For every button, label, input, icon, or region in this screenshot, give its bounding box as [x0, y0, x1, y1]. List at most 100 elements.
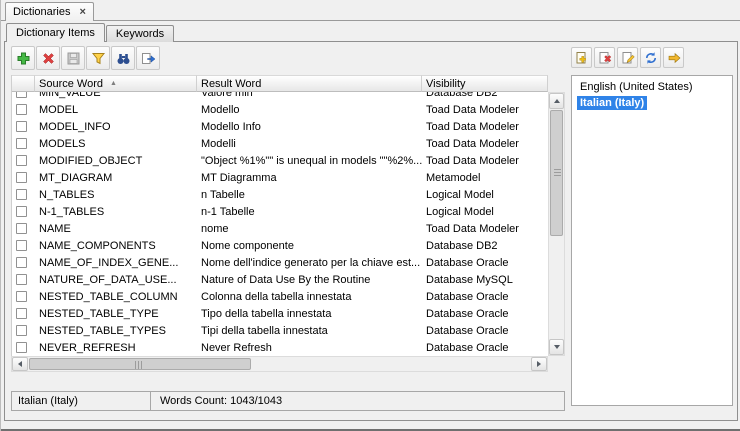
row-checkbox[interactable] [16, 189, 27, 200]
tab-keywords-label: Keywords [116, 28, 164, 40]
save-button[interactable] [61, 46, 85, 70]
row-checkbox[interactable] [16, 92, 27, 98]
find-button[interactable] [111, 46, 135, 70]
apply-dictionary-button[interactable] [663, 47, 684, 68]
cell-visibility: Toad Data Modeler [422, 223, 548, 235]
refresh-dictionary-button[interactable] [640, 47, 661, 68]
table-row[interactable]: MT_DIAGRAMMT DiagrammaMetamodel [12, 169, 548, 186]
horizontal-scrollbar[interactable] [11, 356, 548, 372]
scroll-up-button[interactable] [549, 93, 564, 109]
filter-button[interactable] [86, 46, 110, 70]
dictionary-add-icon [575, 51, 589, 65]
tab-dictionary-items[interactable]: Dictionary Items [6, 23, 105, 42]
jump-to-button[interactable] [136, 46, 160, 70]
add-dictionary-button[interactable] [571, 47, 592, 68]
row-checkbox-cell [12, 291, 35, 302]
table-row[interactable]: N-1_TABLESn-1 TabelleLogical Model [12, 203, 548, 220]
header-result-word[interactable]: Result Word [197, 75, 422, 92]
row-checkbox-cell [12, 308, 35, 319]
table-row[interactable]: MODELSModelliToad Data Modeler [12, 135, 548, 152]
table-row[interactable]: NAME_OF_INDEX_GENE...Nome dell'indice ge… [12, 254, 548, 271]
row-checkbox[interactable] [16, 274, 27, 285]
row-checkbox-cell [12, 342, 35, 353]
header-source-word[interactable]: Source Word ▲ [35, 75, 197, 92]
cell-result-word: Never Refresh [197, 342, 422, 354]
cell-visibility: Metamodel [422, 172, 548, 184]
delete-dictionary-button[interactable] [594, 47, 615, 68]
row-checkbox[interactable] [16, 257, 27, 268]
table-row[interactable]: NAMEnomeToad Data Modeler [12, 220, 548, 237]
vertical-scrollbar[interactable] [548, 92, 565, 356]
cell-visibility: Database Oracle [422, 291, 548, 303]
table-row[interactable]: MODIFIED_OBJECT"Object %1%"" is unequal … [12, 152, 548, 169]
close-tab-icon[interactable]: × [79, 7, 85, 18]
cell-source-word: NESTED_TABLE_COLUMN [35, 291, 197, 303]
row-checkbox-cell [12, 138, 35, 149]
row-checkbox-cell [12, 104, 35, 115]
scrollbar-corner [548, 356, 565, 372]
grid-header: Source Word ▲ Result Word Visibility [12, 75, 548, 92]
row-checkbox[interactable] [16, 155, 27, 166]
table-row[interactable]: MODELModelloToad Data Modeler [12, 101, 548, 118]
scroll-down-button[interactable] [549, 339, 564, 355]
row-checkbox[interactable] [16, 342, 27, 353]
document-tabbar: Dictionaries × [1, 0, 740, 21]
table-row[interactable]: NESTED_TABLE_TYPETipo della tabella inne… [12, 305, 548, 322]
cell-visibility: Toad Data Modeler [422, 138, 548, 150]
cell-result-word: Valore min [197, 92, 422, 99]
cell-source-word: MODEL [35, 104, 197, 116]
language-item-label: Italian (Italy) [577, 96, 647, 110]
scroll-right-button[interactable] [531, 357, 547, 371]
table-row[interactable]: N_TABLESn TabelleLogical Model [12, 186, 548, 203]
cell-source-word: MIN_VALUE [35, 92, 197, 99]
table-row[interactable]: NESTED_TABLE_TYPESTipi della tabella inn… [12, 322, 548, 339]
table-row[interactable]: MODEL_INFOModello InfoToad Data Modeler [12, 118, 548, 135]
cell-result-word: Modelli [197, 138, 422, 150]
cell-result-word: n Tabelle [197, 189, 422, 201]
table-row[interactable]: NEVER_REFRESHNever RefreshDatabase Oracl… [12, 339, 548, 356]
row-checkbox[interactable] [16, 206, 27, 217]
row-checkbox[interactable] [16, 325, 27, 336]
table-row[interactable]: NESTED_TABLE_COLUMNColonna della tabella… [12, 288, 548, 305]
language-item[interactable]: English (United States) [572, 79, 732, 95]
row-checkbox[interactable] [16, 223, 27, 234]
refresh-icon [644, 51, 658, 65]
words-toolbar [11, 46, 160, 70]
vertical-scroll-thumb[interactable] [550, 110, 563, 236]
delete-word-button[interactable] [36, 46, 60, 70]
arrow-right-icon [537, 361, 541, 367]
cell-visibility: Logical Model [422, 189, 548, 201]
cell-visibility: Database Oracle [422, 257, 548, 269]
edit-dictionary-button[interactable] [617, 47, 638, 68]
row-checkbox[interactable] [16, 121, 27, 132]
table-row[interactable]: NATURE_OF_DATA_USE...Nature of Data Use … [12, 271, 548, 288]
cell-source-word: MT_DIAGRAM [35, 172, 197, 184]
header-visibility[interactable]: Visibility [422, 75, 548, 92]
table-row[interactable]: MIN_VALUEValore minDatabase DB2 [12, 92, 548, 101]
row-checkbox[interactable] [16, 240, 27, 251]
add-word-button[interactable] [11, 46, 35, 70]
row-checkbox[interactable] [16, 308, 27, 319]
tab-keywords[interactable]: Keywords [106, 25, 174, 42]
row-checkbox[interactable] [16, 291, 27, 302]
tab-dictionaries[interactable]: Dictionaries × [5, 2, 94, 21]
language-item[interactable]: Italian (Italy) [572, 95, 732, 111]
row-checkbox-cell [12, 155, 35, 166]
header-checkbox-column[interactable] [12, 75, 35, 92]
table-row[interactable]: NAME_COMPONENTSNome componenteDatabase D… [12, 237, 548, 254]
scroll-left-button[interactable] [12, 357, 28, 371]
horizontal-scroll-thumb[interactable] [29, 358, 251, 370]
thumb-grip-icon [554, 169, 561, 176]
row-checkbox-cell [12, 240, 35, 251]
row-checkbox[interactable] [16, 104, 27, 115]
row-checkbox[interactable] [16, 138, 27, 149]
cell-visibility: Database Oracle [422, 342, 548, 354]
cell-result-word: Nome dell'indice generato per la chiave … [197, 257, 422, 269]
row-checkbox[interactable] [16, 172, 27, 183]
row-checkbox-cell [12, 92, 35, 98]
header-result-word-label: Result Word [201, 78, 261, 90]
status-words-count-label: Words Count: 1043/1043 [160, 395, 282, 407]
cell-result-word: Tipi della tabella innestata [197, 325, 422, 337]
cell-result-word: Tipo della tabella innestata [197, 308, 422, 320]
sort-ascending-icon: ▲ [110, 80, 117, 87]
